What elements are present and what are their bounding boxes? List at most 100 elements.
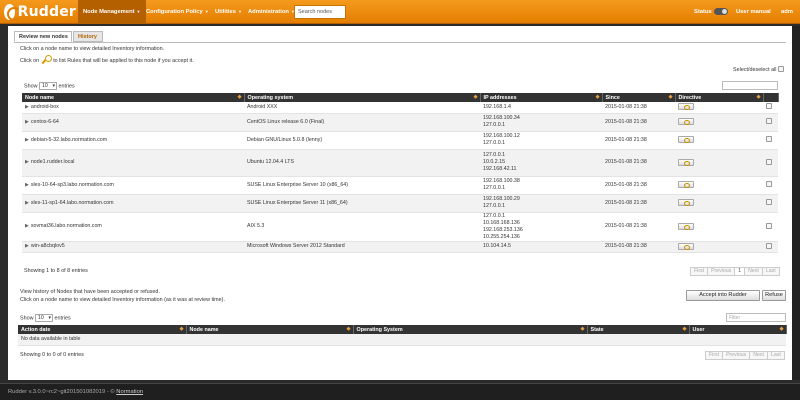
column-header-node-name[interactable]: Node name ◆ [22, 93, 245, 102]
node-name-cell[interactable]: ▶ centos-6-64 [22, 113, 244, 132]
expand-icon[interactable]: ▶ [25, 200, 29, 206]
row-checkbox[interactable] [766, 181, 772, 187]
info-line: Click on a node name to view detailed In… [20, 46, 165, 52]
node-name[interactable]: win-a8cbqlov5 [31, 243, 65, 249]
sort-icon: ◆ [779, 326, 784, 332]
accept-into-rudder-button[interactable]: Accept into Rudder [686, 290, 760, 301]
header-label: Operating system [247, 94, 294, 101]
node-name[interactable]: sles-10-64-sp3.labo.normation.com [31, 182, 114, 188]
row-checkbox[interactable] [766, 199, 772, 205]
status-menu[interactable]: Status [694, 0, 728, 24]
node-name-cell[interactable]: ▶ node1.rudder.local [22, 149, 244, 177]
pager-next[interactable]: Next [749, 351, 768, 360]
show-rules-button[interactable] [678, 181, 694, 189]
node-name-cell[interactable]: ▶ sles-11-sp1-64.labo.normation.com [22, 194, 244, 213]
node-name-cell[interactable]: ▶ sles-10-64-sp3.labo.normation.com [22, 176, 244, 195]
pager-next[interactable]: Next [744, 267, 763, 276]
column-header-operating-system[interactable]: Operating System ◆ [353, 325, 588, 334]
nav-node-management[interactable]: Node Management ▼ [78, 0, 146, 24]
column-header-os[interactable]: Operating system ◆ [244, 93, 481, 102]
show-rules-button[interactable] [678, 136, 694, 144]
column-header-action-date[interactable]: Action date ◆ [18, 325, 187, 334]
expand-icon[interactable]: ▶ [25, 243, 29, 249]
expand-icon[interactable]: ▶ [25, 104, 29, 110]
expand-icon[interactable]: ▶ [25, 223, 29, 229]
pager-last[interactable]: Last [766, 351, 785, 360]
show-rules-button[interactable] [678, 199, 694, 207]
sort-icon: ◆ [595, 94, 600, 100]
show-rules-button[interactable] [678, 103, 694, 111]
node-name[interactable]: android-box [31, 104, 59, 110]
ip-address: 127.0.0.1 [483, 140, 506, 146]
search-nodes-input[interactable]: Search nodes [294, 5, 346, 19]
node-name[interactable]: sles-11-sp1-64.labo.normation.com [31, 200, 114, 206]
column-header-since[interactable]: Since ◆ [602, 93, 676, 102]
since-cell: 2015-01-08 21:38 [602, 113, 675, 132]
user-menu[interactable]: adm [781, 0, 793, 24]
pager-first[interactable]: First [690, 267, 709, 276]
chevron-down-icon: ▼ [204, 9, 209, 14]
row-checkbox[interactable] [766, 118, 772, 124]
node-name-cell[interactable]: ▶ sovmat36.labo.normation.com [22, 212, 244, 242]
column-header-user[interactable]: User ◆ [689, 325, 787, 334]
history-info-line: View history of Nodes that have been acc… [20, 289, 160, 295]
expand-icon[interactable]: ▶ [25, 119, 29, 125]
pending-filter-input[interactable] [722, 81, 778, 90]
expand-icon[interactable]: ▶ [25, 137, 29, 143]
expand-icon[interactable]: ▶ [25, 182, 29, 188]
row-checkbox[interactable] [766, 103, 772, 110]
pager-previous[interactable]: Previous [707, 267, 736, 276]
os-cell: CentOS Linux release 6.0 (Final) [244, 113, 480, 132]
node-name[interactable]: sovmat36.labo.normation.com [31, 223, 102, 229]
node-name-cell[interactable]: ▶ debian-5-32.labo.normation.com [22, 131, 244, 150]
node-name[interactable]: debian-5-32.labo.normation.com [31, 137, 107, 143]
history-page-size-select[interactable]: 10 [35, 314, 53, 322]
column-header-node-name[interactable]: Node name ◆ [186, 325, 354, 334]
show-rules-button[interactable] [678, 158, 694, 166]
nav-configuration-policy[interactable]: Configuration Policy ▼ [141, 0, 214, 24]
row-checkbox[interactable] [766, 222, 772, 229]
row-checkbox[interactable] [766, 136, 772, 142]
show-rules-button[interactable] [678, 222, 694, 230]
normation-link[interactable]: Normation [116, 389, 143, 395]
ip-address: 10.104.14.5 [483, 243, 511, 249]
show-rules-button[interactable] [678, 118, 694, 126]
pending-nodes-table: Node name ◆ Operating system ◆ IP addresse… [22, 93, 779, 253]
node-name-cell[interactable]: ▶ android-box [22, 102, 244, 114]
info-text: to list Rules that will be applied to th… [53, 58, 194, 64]
node-name-cell[interactable]: ▶ win-a8cbqlov5 [22, 241, 244, 253]
nav-utilities[interactable]: Utilities ▼ [210, 0, 247, 24]
entries-label: entries [58, 83, 75, 90]
pager-previous[interactable]: Previous [722, 351, 751, 360]
expand-icon[interactable]: ▶ [25, 159, 29, 165]
show-rules-button[interactable] [678, 242, 694, 250]
pager-last[interactable]: Last [761, 267, 780, 276]
tab-divider [14, 42, 786, 43]
os-cell: Microsoft Windows Server 2012 Standard [244, 241, 480, 253]
rudder-logo[interactable]: Rudder [4, 3, 76, 21]
column-header-ip[interactable]: IP addresses ◆ [480, 93, 603, 102]
ip-address: 192.168.42.11 [483, 166, 517, 172]
node-name[interactable]: node1.rudder.local [31, 159, 75, 165]
tab-review-new-nodes[interactable]: Review new nodes [14, 31, 72, 42]
pending-count-text: Showing 1 to 8 of 8 entries [24, 268, 88, 274]
node-name[interactable]: centos-6-64 [31, 119, 59, 125]
ip-address: 127.0.0.1 [483, 152, 506, 158]
nav-administration[interactable]: Administration ▼ [243, 0, 300, 24]
column-header-state[interactable]: State ◆ [587, 325, 690, 334]
chevron-down-icon: ▼ [136, 9, 141, 14]
pending-pagination: First Previous 1 Next Last [690, 267, 780, 276]
top-navbar: Rudder Node Management ▼ Configuration Po… [0, 0, 800, 24]
page-scrollbar[interactable] [792, 26, 800, 380]
row-checkbox[interactable] [766, 158, 772, 165]
row-checkbox[interactable] [766, 242, 772, 249]
select-all-checkbox[interactable] [778, 66, 784, 72]
user-manual-link[interactable]: User manual [736, 0, 771, 24]
pager-first[interactable]: First [705, 351, 724, 360]
tab-history[interactable]: History [73, 31, 103, 42]
page-size-select[interactable]: 10 [39, 82, 57, 90]
history-filter-input[interactable]: Filter [726, 313, 786, 322]
refuse-button[interactable]: Refuse [762, 290, 786, 301]
ip-address: 192.168.253.136 [483, 226, 523, 233]
column-header-directive[interactable]: Directive ◆ [675, 93, 764, 102]
